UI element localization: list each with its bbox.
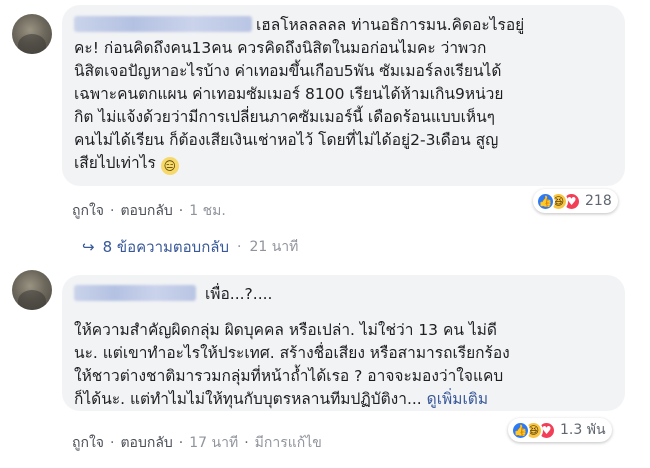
comment-2-bubble: เพื่อ...?.... ให้ความสำคัญผิดกลุ่ม ผิดบุ…: [62, 275, 625, 411]
comment-2-intro: เพื่อ...?....: [204, 285, 273, 303]
commenter-1-name[interactable]: [74, 16, 252, 32]
comment-time[interactable]: 1 ชม.: [189, 200, 226, 222]
comment-1-reactions[interactable]: 👍 😆 ♥ 218: [533, 189, 618, 213]
comment-1-actions: ถูกใจ · ตอบกลับ · 1 ชม.: [72, 200, 226, 222]
like-icon: 👍: [511, 420, 530, 440]
reaction-count: 1.3 พัน: [560, 422, 606, 438]
comment-time[interactable]: 17 นาที: [189, 432, 238, 454]
comment-2-body-wrap: ให้ความสำคัญผิดกลุ่ม ผิดบุคคล หรือเปล่า.…: [74, 319, 619, 411]
comment-1-bubble: เฮลโหลลลลล ท่านอธิการมน.คิดอะไรอยู่ คะ! …: [62, 5, 625, 186]
separator-dot: ·: [178, 435, 184, 451]
view-replies-label[interactable]: 8 ข้อความตอบกลับ: [103, 235, 229, 259]
commenter-1-avatar[interactable]: [12, 14, 52, 54]
separator-dot: ·: [178, 203, 184, 219]
comment-2-reactions[interactable]: 👍 😆 ♥ 1.3 พัน: [508, 418, 612, 442]
expressionless-emoji: 😑: [160, 157, 179, 175]
separator-dot: ·: [244, 435, 249, 451]
see-more-link[interactable]: ดูเพิ่มเติม: [427, 390, 488, 408]
reply-link[interactable]: ตอบกลับ: [120, 200, 172, 222]
like-link[interactable]: ถูกใจ: [72, 200, 104, 222]
separator-dot: ·: [110, 203, 115, 219]
like-link[interactable]: ถูกใจ: [72, 432, 104, 454]
commenter-2-avatar[interactable]: [12, 270, 52, 310]
reaction-count: 218: [585, 193, 612, 209]
like-icon: 👍: [536, 191, 555, 211]
comment-1-intro: เฮลโหลลลลล ท่านอธิการมน.คิดอะไรอยู่: [256, 16, 525, 34]
commenter-2-name[interactable]: [74, 285, 196, 301]
comment-2-actions: ถูกใจ · ตอบกลับ · 17 นาที · มีการแก้ไข: [72, 432, 322, 454]
comment-1-body: คะ! ก่อนคิดถึงคน13คน ควรคิดถึงนิสิตในมอก…: [74, 39, 504, 172]
edited-label[interactable]: มีการแก้ไข: [255, 432, 322, 454]
reply-arrow-icon: ↪: [82, 238, 95, 256]
separator-dot: ·: [237, 239, 242, 255]
comment-2-text: เพื่อ...?....: [74, 283, 619, 306]
replies-time: 21 นาที: [249, 239, 299, 255]
comment-1-text: เฮลโหลลลลล ท่านอธิการมน.คิดอะไรอยู่ คะ! …: [74, 14, 619, 175]
reply-link[interactable]: ตอบกลับ: [120, 432, 172, 454]
view-replies[interactable]: ↪ 8 ข้อความตอบกลับ · 21 นาที: [82, 235, 298, 259]
separator-dot: ·: [110, 435, 115, 451]
